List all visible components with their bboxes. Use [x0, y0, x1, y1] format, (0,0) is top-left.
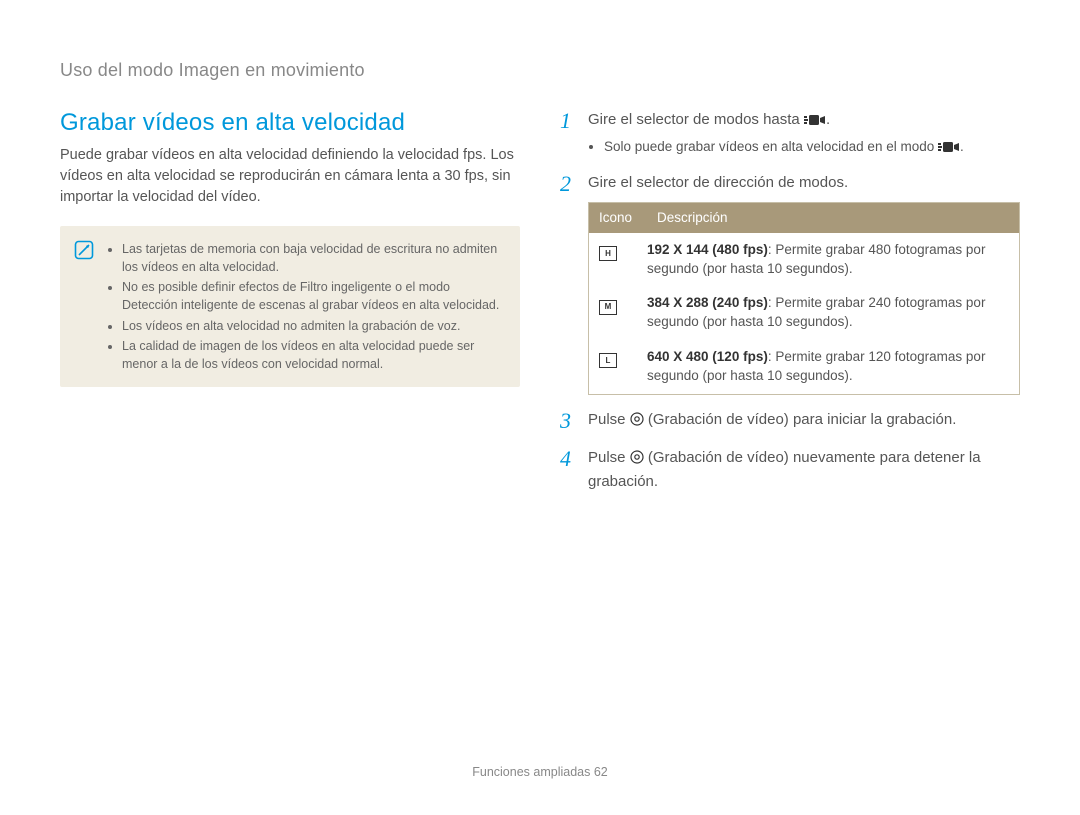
step-text: Pulse [588, 449, 630, 466]
l-mode-icon: L [599, 353, 617, 368]
step-text: Pulse [588, 411, 630, 428]
note-item: Los vídeos en alta velocidad no admiten … [122, 317, 504, 335]
table-row: M 384 X 288 (240 fps): Permite grabar 24… [589, 286, 1019, 340]
step-body: Gire el selector de modos hasta . Solo p… [588, 109, 1020, 158]
step-1: 1 Gire el selector de modos hasta . Solo… [560, 109, 1020, 158]
note-icon [74, 240, 94, 265]
step-body: Pulse (Grabación de vídeo) para iniciar … [588, 409, 1020, 433]
right-column: 1 Gire el selector de modos hasta . Solo… [560, 109, 1020, 493]
page-number: 62 [594, 765, 608, 779]
note-item: Las tarjetas de memoria con baja velocid… [122, 240, 504, 276]
step-text: . [826, 111, 830, 128]
step-2: 2 Gire el selector de dirección de modos… [560, 172, 1020, 395]
table-row: L 640 X 480 (120 fps): Permite grabar 12… [589, 340, 1019, 394]
breadcrumb: Uso del modo Imagen en movimiento [60, 60, 1020, 81]
step-text: Gire el selector de dirección de modos. [588, 174, 848, 191]
page: Uso del modo Imagen en movimiento Grabar… [0, 0, 1080, 815]
page-footer: Funciones ampliadas 62 [0, 765, 1080, 779]
step-text: (Grabación de vídeo) nuevamente para det… [588, 449, 981, 490]
step-text: Gire el selector de modos hasta [588, 111, 804, 128]
row-bold: 192 X 144 (480 fps) [647, 242, 768, 257]
th-icon: Icono [589, 203, 647, 233]
step-text: (Grabación de vídeo) para iniciar la gra… [644, 411, 957, 428]
step-number: 3 [560, 409, 578, 433]
mode-table: Icono Descripción H 192 X 144 (480 fps):… [588, 202, 1020, 395]
step-4: 4 Pulse (Grabación de vídeo) nuevamente … [560, 447, 1020, 493]
step-bullet: Solo puede grabar vídeos en alta velocid… [604, 137, 1020, 159]
footer-text: Funciones ampliadas [472, 765, 594, 779]
td-icon: H [589, 233, 647, 287]
step-bullet-text: Solo puede grabar vídeos en alta velocid… [604, 139, 938, 154]
record-button-icon [630, 449, 644, 471]
note-box: Las tarjetas de memoria con baja velocid… [60, 226, 520, 387]
td-desc: 192 X 144 (480 fps): Permite grabar 480 … [647, 233, 1019, 287]
td-desc: 640 X 480 (120 fps): Permite grabar 120 … [647, 340, 1019, 394]
camera-hs-icon [938, 139, 960, 159]
step-number: 2 [560, 172, 578, 395]
left-column: Grabar vídeos en alta velocidad Puede gr… [60, 109, 520, 493]
section-title: Grabar vídeos en alta velocidad [60, 109, 520, 137]
step-body: Pulse (Grabación de vídeo) nuevamente pa… [588, 447, 1020, 493]
td-icon: L [589, 340, 647, 394]
h-mode-icon: H [599, 246, 617, 261]
step-number: 1 [560, 109, 578, 158]
steps-list: 1 Gire el selector de modos hasta . Solo… [560, 109, 1020, 493]
note-item: No es posible definir efectos de Filtro … [122, 278, 504, 314]
record-button-icon [630, 411, 644, 433]
note-item: La calidad de imagen de los vídeos en al… [122, 337, 504, 373]
row-bold: 384 X 288 (240 fps) [647, 295, 768, 310]
td-icon: M [589, 286, 647, 340]
th-desc: Descripción [647, 203, 1019, 233]
camera-hs-icon [804, 111, 826, 133]
step-3: 3 Pulse (Grabación de vídeo) para inicia… [560, 409, 1020, 433]
row-bold: 640 X 480 (120 fps) [647, 349, 768, 364]
intro-paragraph: Puede grabar vídeos en alta velocidad de… [60, 145, 520, 208]
m-mode-icon: M [599, 300, 617, 315]
td-desc: 384 X 288 (240 fps): Permite grabar 240 … [647, 286, 1019, 340]
step-bullet-text: . [960, 139, 964, 154]
table-header: Icono Descripción [589, 203, 1019, 233]
step-number: 4 [560, 447, 578, 493]
table-row: H 192 X 144 (480 fps): Permite grabar 48… [589, 233, 1019, 287]
content-columns: Grabar vídeos en alta velocidad Puede gr… [60, 109, 1020, 493]
step-body: Gire el selector de dirección de modos. … [588, 172, 1020, 395]
note-list: Las tarjetas de memoria con baja velocid… [108, 240, 504, 373]
